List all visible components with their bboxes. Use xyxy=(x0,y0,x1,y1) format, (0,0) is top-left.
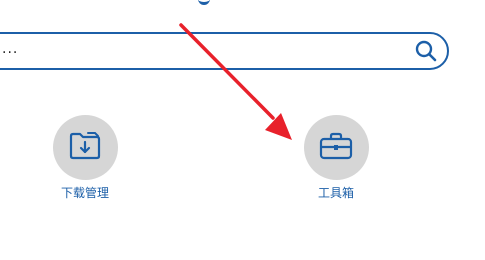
app-page: ... 下载管理 工具箱 xyxy=(0,0,485,260)
tile-toolbox-label: 工具箱 xyxy=(317,186,354,200)
tile-download-circle[interactable] xyxy=(52,115,118,180)
toolbox-icon xyxy=(319,132,353,164)
folder-download-icon xyxy=(68,131,102,165)
search-icon[interactable] xyxy=(415,40,437,62)
tile-toolbox-circle[interactable] xyxy=(303,115,369,180)
search-bar[interactable]: ... xyxy=(0,32,449,70)
brand-logo-fragment xyxy=(198,0,210,5)
search-input[interactable]: ... xyxy=(2,41,18,57)
tile-download-label: 下载管理 xyxy=(60,186,109,200)
tile-toolbox[interactable]: 工具箱 xyxy=(281,115,391,201)
tile-download-manager[interactable]: 下载管理 xyxy=(30,115,140,201)
